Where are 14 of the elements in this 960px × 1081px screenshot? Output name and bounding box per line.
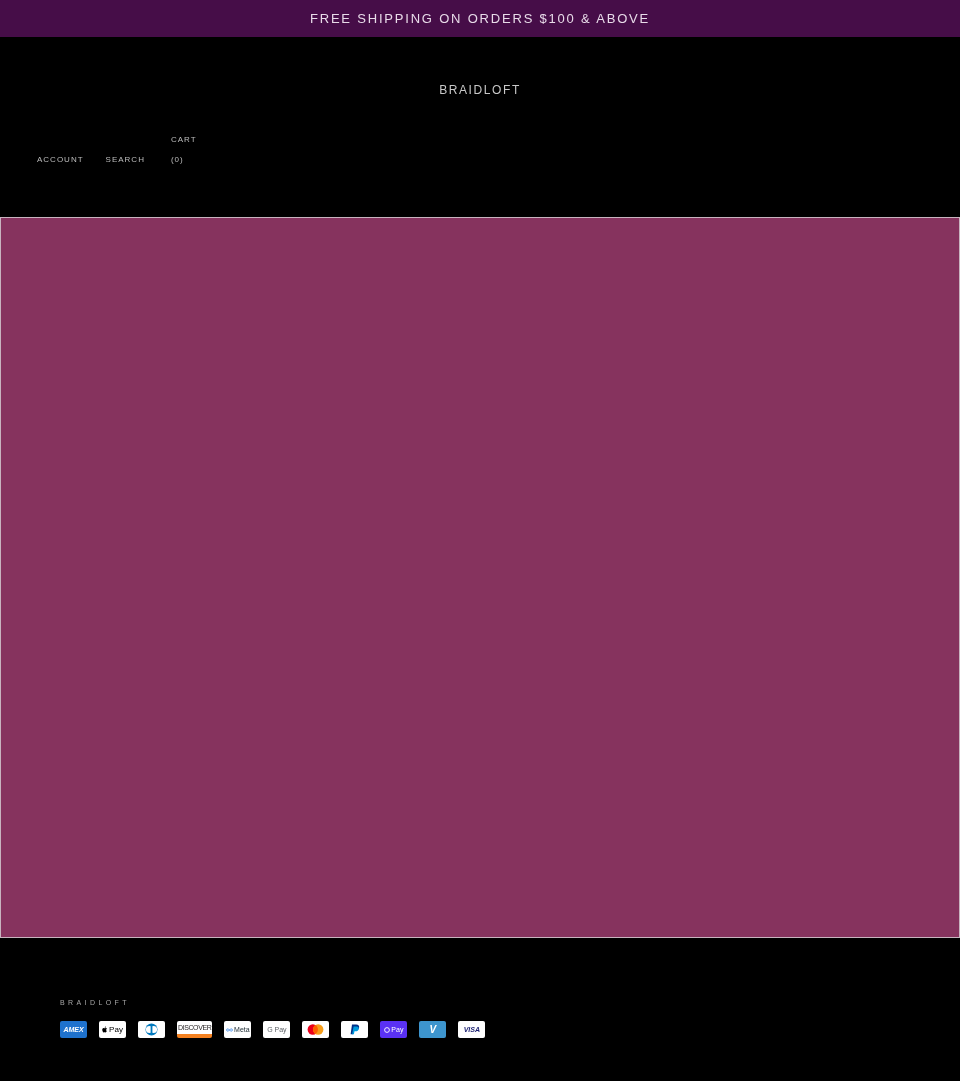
logo-text: V [429, 1024, 437, 1035]
search-link[interactable]: SEARCH [105, 150, 145, 170]
paypal-logo-icon [341, 1021, 369, 1038]
site-logo[interactable]: BRAIDLOFT [439, 83, 521, 97]
ring-icon [384, 1026, 391, 1033]
cart-count: (0) [170, 154, 185, 166]
announcement-text: FREE SHIPPING ON ORDERS $100 & ABOVE [309, 10, 651, 27]
infinity-icon [226, 1027, 234, 1032]
account-link[interactable]: ACCOUNT [37, 150, 84, 170]
cart-link[interactable]: CART (0) [170, 130, 197, 170]
logo-text: Pay [109, 1025, 123, 1034]
diners-club-icon [138, 1021, 165, 1038]
apple-icon [102, 1026, 109, 1033]
mastercard-logo-icon [302, 1021, 330, 1038]
